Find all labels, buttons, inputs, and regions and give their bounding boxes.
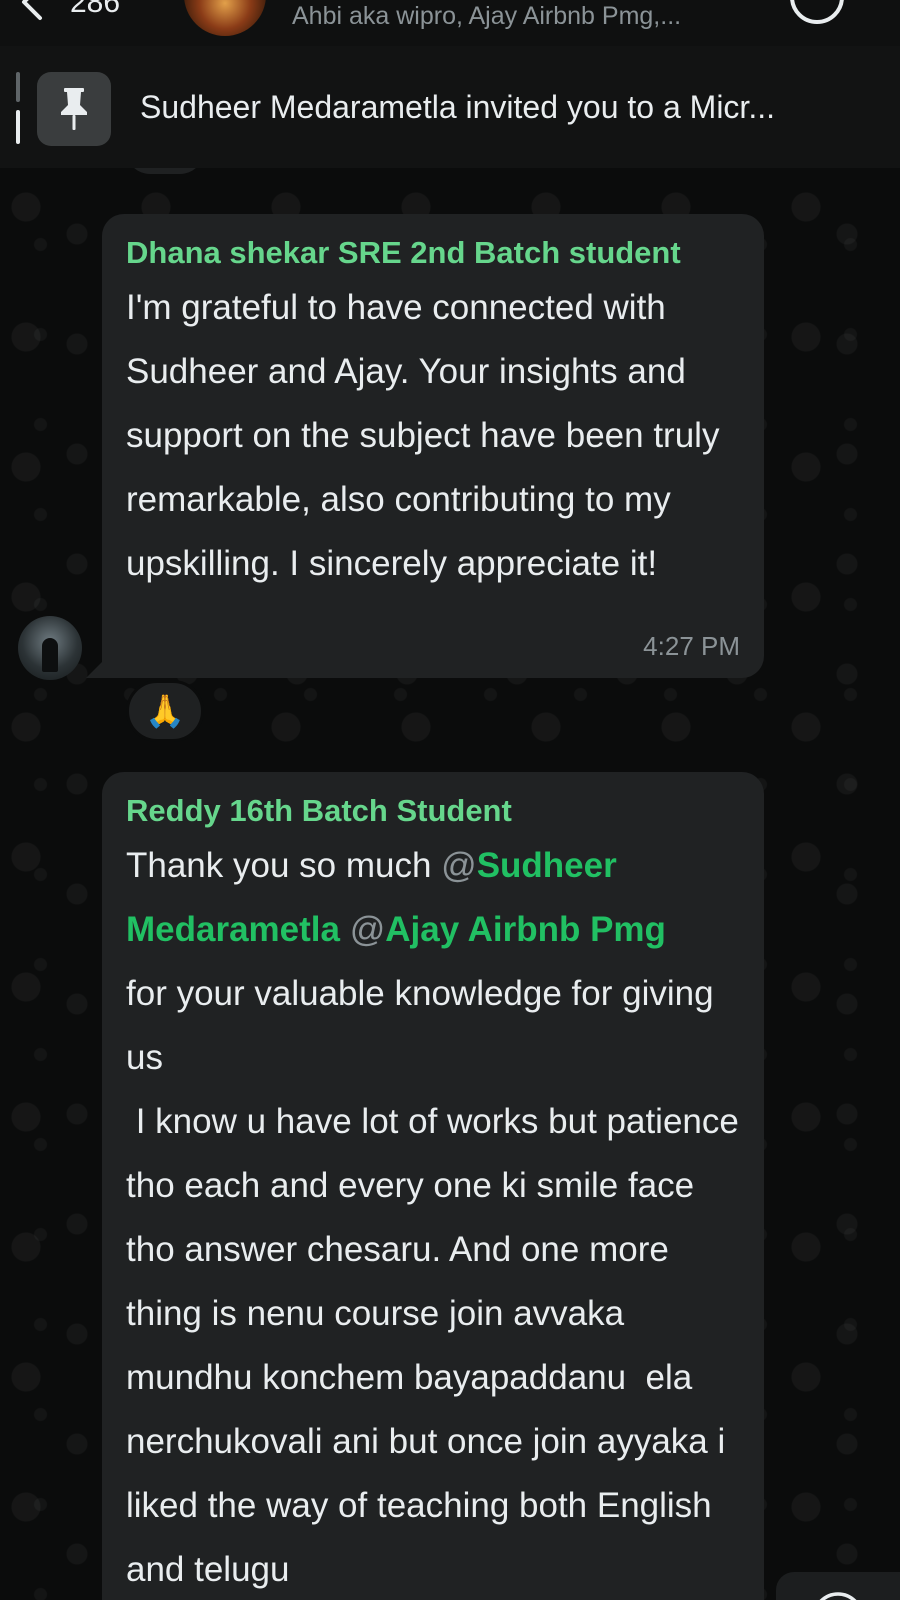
- sender-name[interactable]: Reddy 16th Batch Student: [126, 792, 740, 830]
- pin-icon: [37, 72, 111, 146]
- sender-name[interactable]: Dhana shekar SRE 2nd Batch student: [126, 234, 740, 272]
- pinned-message-text: Sudheer Medarametla invited you to a Mic…: [140, 89, 775, 125]
- message-text: Thank you so much @Sudheer Medarametla @…: [126, 834, 740, 1600]
- message-time: 4:27 PM: [643, 631, 740, 661]
- pinned-message-bar[interactable]: Sudheer Medarametla invited you to a Mic…: [0, 46, 900, 168]
- back-chevron-icon[interactable]: [12, 0, 52, 22]
- previous-message-reaction[interactable]: [126, 168, 204, 174]
- message-bubble[interactable]: Reddy 16th Batch Student Thank you so mu…: [102, 772, 764, 1600]
- sender-avatar[interactable]: [18, 616, 82, 680]
- scroll-to-bottom-button[interactable]: [776, 1572, 900, 1600]
- chat-header: 286 Ahbi aka wipro, Ajay Airbnb Pmg,...: [0, 0, 900, 46]
- message-bubble[interactable]: Dhana shekar SRE 2nd Batch student I'm g…: [102, 214, 764, 678]
- pinned-indicator: [16, 72, 20, 152]
- mention-ajay[interactable]: Ajay Airbnb Pmg: [385, 910, 666, 949]
- unread-count[interactable]: 286: [70, 0, 120, 20]
- chat-messages-area[interactable]: Dhana shekar SRE 2nd Batch student I'm g…: [0, 168, 900, 1600]
- reaction-badge[interactable]: 🙏: [126, 680, 204, 742]
- group-subtitle[interactable]: Ahbi aka wipro, Ajay Airbnb Pmg,...: [292, 2, 747, 31]
- bubble-tail: [86, 656, 108, 678]
- message-text: I'm grateful to have connected with Sudh…: [126, 288, 730, 583]
- chevron-down-circle-icon: [819, 1592, 857, 1600]
- message-text-prefix: Thank you so much: [126, 846, 442, 885]
- praying-hands-emoji: 🙏: [145, 693, 185, 729]
- mention-at: @: [349, 910, 386, 949]
- mention-at: @: [441, 846, 477, 885]
- group-avatar[interactable]: [184, 0, 266, 36]
- call-icon[interactable]: [790, 0, 844, 24]
- message-text-body: for your valuable knowledge for giving u…: [126, 974, 739, 1589]
